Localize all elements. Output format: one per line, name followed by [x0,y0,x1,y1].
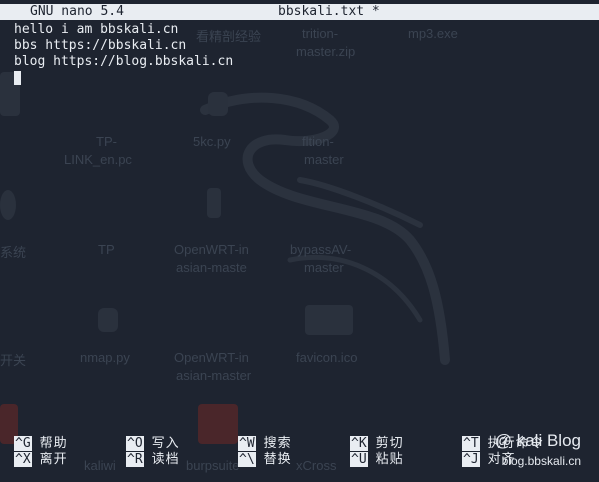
shortcut-label: 离开 [39,452,68,467]
desktop-icon-label: 开关 [0,353,27,368]
desktop-icon-label: burpsuite [186,458,240,473]
text-line[interactable]: hello i am bbskali.cn [14,22,233,38]
desktop-zip-icon [207,188,221,218]
shortcut-label: 搜索 [263,436,292,451]
blog-watermark: @ kali Blog blog.bbskali.cn [495,431,581,469]
nano-title-bar: GNU nano 5.4 bbskali.txt * [0,4,599,20]
desktop-icon-label: bypassAV- [290,242,352,257]
shortcut-key: ^R [126,452,144,467]
watermark-url: blog.bbskali.cn [501,454,581,468]
shortcut-help[interactable]: ^G 帮助 [14,436,68,452]
text-cursor [14,71,21,85]
shortcut-key: ^O [126,436,144,451]
desktop-icon-label: 系统 [0,245,27,260]
shortcut-write-out[interactable]: ^O 写入 [126,436,180,452]
shortcut-key: ^J [462,452,480,467]
shortcut-read-file[interactable]: ^R 读档 [126,452,180,468]
watermark-title: @ kali Blog [494,431,581,450]
text-line[interactable]: bbs https://bbskali.cn [14,38,233,54]
desktop-python-icon [208,92,228,116]
shortcut-exit[interactable]: ^X 离开 [14,452,68,468]
desktop-icon-label: OpenWRT-in [174,350,249,365]
shortcut-label: 粘贴 [375,452,404,467]
desktop-python-icon [98,308,118,332]
desktop-icon-label: favicon.ico [296,350,358,365]
shortcut-key: ^T [462,436,480,451]
desktop-icon-label: master.zip [296,44,356,59]
desktop-tp-icon [305,305,353,335]
desktop-icon-label: nmap.py [80,350,130,365]
desktop-icon-label: fltion- [302,134,334,149]
shortcut-cut[interactable]: ^K 剪切 [350,436,404,452]
shortcut-label: 读档 [151,452,180,467]
shortcut-key: ^W [238,436,256,451]
desktop-disc-icon [0,190,16,220]
text-line[interactable]: blog https://blog.bbskali.cn [14,54,233,70]
desktop-icon-label: TP- [96,134,117,149]
text-buffer[interactable]: hello i am bbskali.cn bbs https://bbskal… [14,22,233,85]
desktop-icon-label: 5kc.py [193,134,231,149]
desktop-icon-label: LINK_en.pc [64,152,132,167]
shortcut-key: ^K [350,436,368,451]
desktop-icon-label: asian-master [176,368,252,383]
desktop-icon-label: xCross [296,458,337,473]
desktop-icon-label: kaliwi [84,458,116,473]
shortcut-label: 替换 [263,452,292,467]
shortcut-label: 帮助 [39,436,68,451]
desktop-burpsuite-icon [198,404,238,444]
desktop-icon-label: TP [98,242,115,257]
desktop-icon-label: trition- [302,26,339,41]
desktop-icon-label: OpenWRT-in [174,242,249,257]
app-version: GNU nano 5.4 [30,4,124,19]
desktop-icon-label: master [304,260,344,275]
shortcut-search[interactable]: ^W 搜索 [238,436,292,452]
file-name: bbskali.txt * [278,4,380,19]
desktop-icon-label: master [304,152,344,167]
desktop-icon-label: mp3.exe [408,26,458,41]
shortcut-label: 剪切 [375,436,404,451]
shortcut-key: ^X [14,452,32,467]
desktop-icon-label: asian-maste [176,260,247,275]
shortcut-key: ^\ [238,452,256,467]
shortcut-key: ^U [350,452,368,467]
shortcut-paste[interactable]: ^U 粘贴 [350,452,404,468]
shortcut-replace[interactable]: ^\ 替换 [238,452,292,468]
shortcut-key: ^G [14,436,32,451]
shortcut-label: 写入 [151,436,180,451]
